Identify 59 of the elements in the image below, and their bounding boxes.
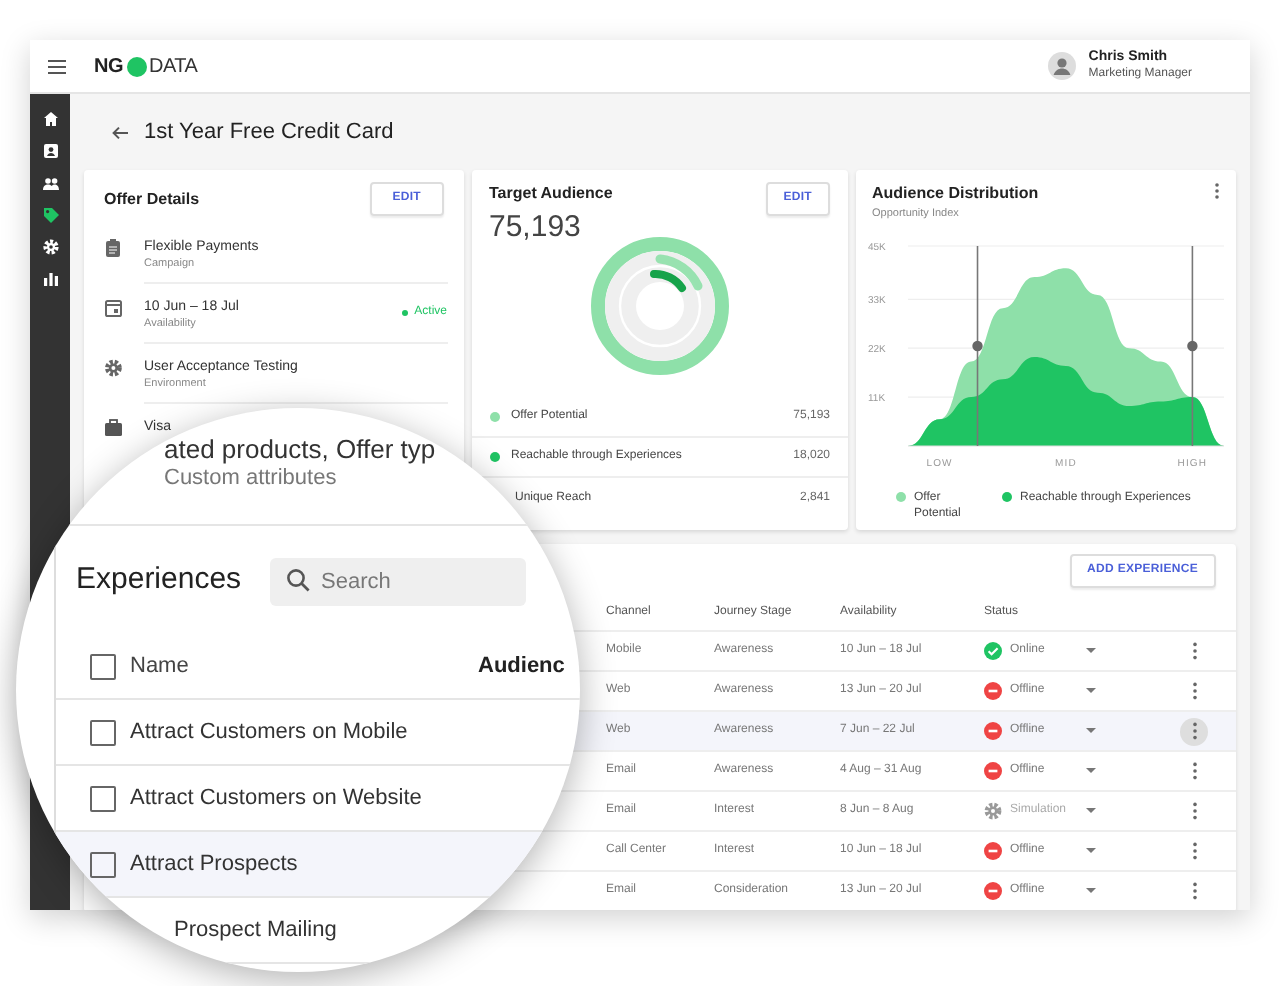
gear-icon [984,802,1002,820]
bar-chart-icon[interactable] [41,270,59,288]
home-icon[interactable] [41,110,59,128]
checkbox[interactable] [90,719,116,745]
minus-circle-icon [984,842,1002,860]
people-icon[interactable] [41,174,59,192]
check-circle-icon [984,642,1002,660]
caret-icon[interactable] [1086,648,1096,654]
range-handle[interactable] [972,245,983,448]
gear-icon[interactable] [41,238,59,256]
calendar-icon [104,298,124,318]
more-options-icon [1191,642,1197,660]
more-options-icon [1191,682,1197,700]
section-title: Experiences [76,559,242,600]
checkbox[interactable] [90,851,116,877]
briefcase-icon [104,418,124,438]
search-field[interactable]: Search [269,557,526,605]
experience-name[interactable]: Attract Customers on Website [130,781,422,815]
more-options-icon [1191,762,1197,780]
more-options-icon [1191,882,1197,900]
column-header: Name [130,651,191,682]
minus-circle-icon [984,722,1002,740]
minus-circle-icon [984,882,1002,900]
back-arrow-icon[interactable] [112,125,128,139]
gear-icon [104,358,124,378]
search-icon [285,567,310,591]
range-handle[interactable] [1187,245,1198,448]
logo: NG DATA [94,53,198,81]
card-title: Audience Distribution [872,182,1039,206]
more-options-icon [1191,802,1197,820]
experience-name[interactable]: Attract Customers on Mobile [130,715,408,749]
experience-name[interactable]: Attract Prospects [130,847,298,881]
caret-icon[interactable] [1086,888,1096,894]
more-options-icon [1191,842,1197,860]
experience-name[interactable]: Prospect Mailing [174,913,337,947]
caret-icon[interactable] [1086,768,1096,774]
caret-icon[interactable] [1086,688,1096,694]
more-options-icon [1191,722,1197,740]
checkbox[interactable] [90,785,116,811]
caret-icon[interactable] [1086,848,1096,854]
tag-icon[interactable] [41,206,59,224]
clipboard-icon [104,238,124,258]
minus-circle-icon [984,682,1002,700]
column-header: Audienc [478,651,565,682]
more-options-icon[interactable] [1214,182,1220,200]
avatar-icon[interactable] [1048,52,1077,80]
menu-icon[interactable] [48,59,66,73]
total-count: 75,193 [489,210,583,246]
page-title: 1st Year Free Credit Card [144,117,394,148]
checkbox[interactable] [90,653,116,679]
card-title: Target Audience [489,182,613,206]
contact-card-icon[interactable] [41,142,59,160]
minus-circle-icon [984,762,1002,780]
caret-icon[interactable] [1086,808,1096,814]
card-title: Offer Details [104,187,200,211]
attribute-title: ated products, Offer typ [164,434,436,464]
caret-icon[interactable] [1086,728,1096,734]
attribute-subtitle: Custom attributes [164,464,337,494]
more-options-button[interactable] [1180,717,1208,745]
